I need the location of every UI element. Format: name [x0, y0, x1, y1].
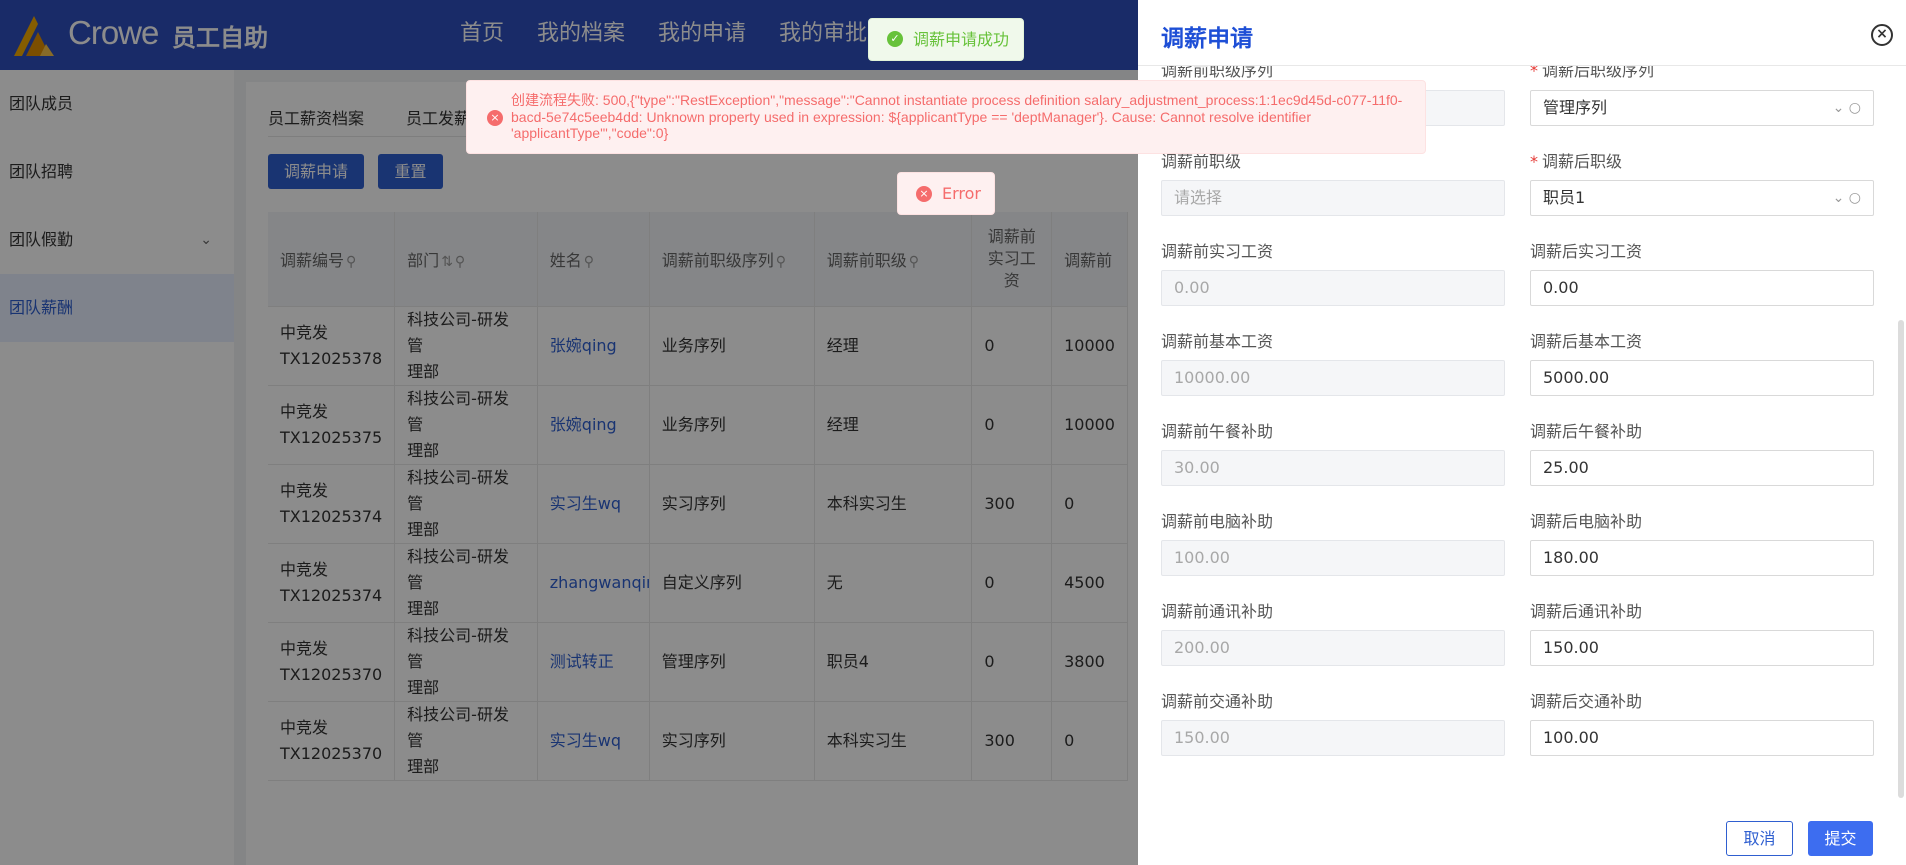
after-base-label: 调薪后基本工资: [1530, 332, 1643, 351]
after-pc-label: 调薪后电脑补助: [1530, 512, 1643, 531]
before-level-field: 请选择: [1161, 180, 1505, 216]
after-intern-input[interactable]: 0.00: [1530, 270, 1874, 306]
drawer-scrollbar[interactable]: [1898, 320, 1904, 798]
submit-button[interactable]: 提交: [1808, 821, 1873, 856]
after-comm-input[interactable]: 150.00: [1530, 630, 1874, 666]
before-traffic-label: 调薪前交通补助: [1161, 692, 1274, 711]
chevron-down-icon: ⌄ ○: [1832, 100, 1861, 116]
before-base-field: 10000.00: [1161, 360, 1505, 396]
cancel-button[interactable]: 取消: [1726, 821, 1793, 856]
before-seq-label: 调薪前职级序列: [1161, 66, 1274, 80]
success-toast: ✓ 调薪申请成功: [868, 18, 1024, 61]
after-comm-label: 调薪后通讯补助: [1530, 602, 1643, 621]
before-intern-field: 0.00: [1161, 270, 1505, 306]
error-icon: ×: [487, 110, 503, 126]
before-intern-label: 调薪前实习工资: [1161, 242, 1274, 261]
before-traffic-field: 150.00: [1161, 720, 1505, 756]
error-toast: × Error: [897, 172, 995, 215]
after-level-label: * 调薪后职级: [1530, 152, 1623, 171]
before-lunch-label: 调薪前午餐补助: [1161, 422, 1274, 441]
before-pc-field: 100.00: [1161, 540, 1505, 576]
before-base-label: 调薪前基本工资: [1161, 332, 1274, 351]
before-pc-label: 调薪前电脑补助: [1161, 512, 1274, 531]
close-icon[interactable]: ×: [1871, 24, 1893, 46]
after-lunch-input[interactable]: 25.00: [1530, 450, 1874, 486]
before-comm-label: 调薪前通讯补助: [1161, 602, 1274, 621]
check-icon: ✓: [887, 31, 903, 47]
after-pc-input[interactable]: 180.00: [1530, 540, 1874, 576]
before-comm-field: 200.00: [1161, 630, 1505, 666]
after-seq-label: * 调薪后职级序列: [1530, 66, 1655, 80]
after-lunch-label: 调薪后午餐补助: [1530, 422, 1643, 441]
error-icon: ×: [916, 186, 932, 202]
after-traffic-label: 调薪后交通补助: [1530, 692, 1643, 711]
drawer-form: 调薪前职级序列 * 调薪后职级序列 管理序列 ⌄ ○ 调薪前职级 * 调薪后职级 请选…: [1138, 66, 1906, 800]
after-level-select[interactable]: 职员1 ⌄ ○: [1530, 180, 1874, 216]
after-base-input[interactable]: 5000.00: [1530, 360, 1874, 396]
chevron-down-icon: ⌄ ○: [1832, 190, 1861, 206]
error-toast-detail: × 创建流程失败: 500,{"type":"RestException","m…: [466, 80, 1426, 154]
before-lunch-field: 30.00: [1161, 450, 1505, 486]
after-seq-select[interactable]: 管理序列 ⌄ ○: [1530, 90, 1874, 126]
after-traffic-input[interactable]: 100.00: [1530, 720, 1874, 756]
success-toast-text: 调薪申请成功: [913, 30, 1010, 49]
error-toast-text: 创建流程失败: 500,{"type":"RestException","mes…: [511, 92, 1403, 141]
after-intern-label: 调薪后实习工资: [1530, 242, 1643, 261]
error-toast-short-text: Error: [942, 184, 981, 203]
drawer-title: 调薪申请: [1161, 26, 1253, 52]
